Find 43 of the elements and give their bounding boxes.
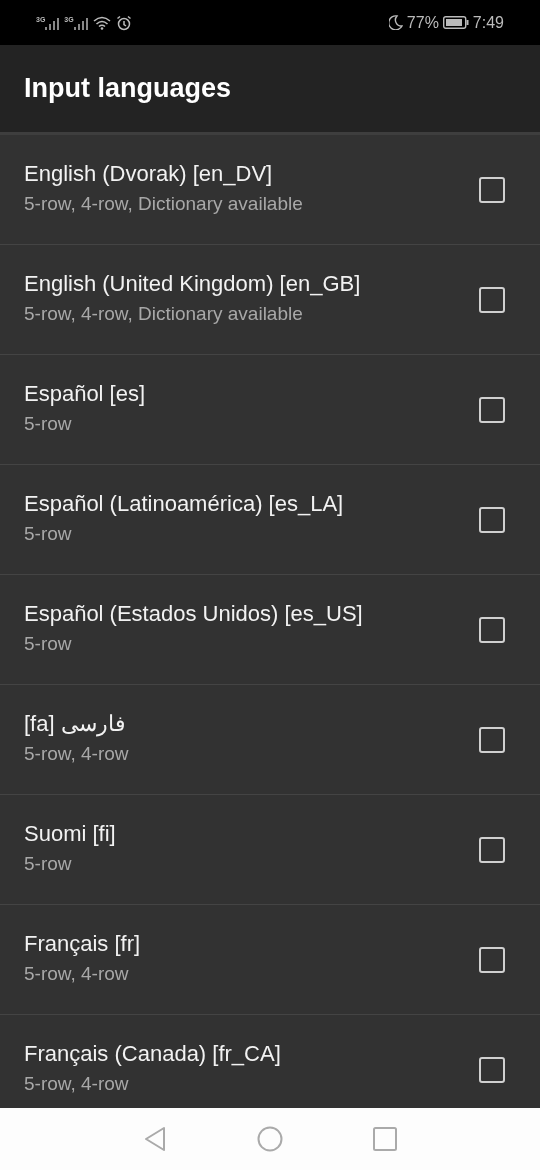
language-name: Suomi [fi] xyxy=(24,821,116,847)
checkbox[interactable] xyxy=(479,1056,505,1083)
layout-summary: 5-row, 4-row xyxy=(24,963,130,985)
alarm-clock-icon xyxy=(115,14,132,31)
layout-summary: 5-row, 4-row, Dictionary available xyxy=(24,193,303,215)
battery-percent: 77% xyxy=(406,13,439,32)
checkbox[interactable] xyxy=(479,616,505,643)
language-name: English (Dvorak) [en_DV] xyxy=(24,161,274,187)
language-row[interactable]: English (Dvorak) [en_DV] 5-row, 4-row, Dictionary available xyxy=(0,135,540,245)
checkbox[interactable] xyxy=(479,836,505,863)
language-name: [fa] فارسی xyxy=(24,711,127,737)
language-row[interactable]: Español (Latinoamérica) [es_LA] 5-row xyxy=(0,465,540,575)
language-row[interactable]: Suomi [fi] 5-row xyxy=(0,795,540,905)
layout-summary: 5-row, 4-row, Dictionary available xyxy=(24,303,304,325)
layout-summary: 5-row, 4-row xyxy=(24,743,129,765)
checkbox[interactable] xyxy=(479,506,505,533)
language-row[interactable]: Español [es] 5-row xyxy=(0,355,540,465)
screen-title: Input languages xyxy=(24,73,231,104)
checkbox[interactable] xyxy=(479,396,505,423)
layout-summary: 5-row xyxy=(24,413,73,435)
battery-icon xyxy=(442,16,469,29)
wifi-icon xyxy=(92,15,111,30)
layout-summary: 5-row, 4-row xyxy=(24,1073,130,1095)
moon-icon xyxy=(388,15,403,30)
language-name: Español (Latinoamérica) [es_LA] xyxy=(24,491,344,517)
language-name: Français (Canada) [fr_CA] xyxy=(24,1041,281,1067)
language-row[interactable]: Español (Estados Unidos) [es_US] 5-row xyxy=(0,575,540,685)
layout-summary: 5-row xyxy=(24,523,73,545)
language-name: Français [fr] xyxy=(24,931,141,957)
signal-icon xyxy=(73,15,88,30)
layout-summary: 5-row xyxy=(24,633,73,655)
layout-summary: 5-row xyxy=(24,853,73,875)
language-name: Español (Estados Unidos) [es_US] xyxy=(24,601,363,627)
checkbox[interactable] xyxy=(479,726,505,753)
language-name: Español [es] xyxy=(24,381,146,407)
signal-icon xyxy=(45,15,60,30)
checkbox[interactable] xyxy=(479,176,505,203)
language-row[interactable]: Français [fr] 5-row, 4-row xyxy=(0,905,540,1015)
checkbox[interactable] xyxy=(479,286,505,313)
language-row[interactable]: English (United Kingdom) [en_GB] 5-row, 4-row, Dictionary available xyxy=(0,245,540,355)
checkbox[interactable] xyxy=(479,946,505,973)
clock-time: 7:49 xyxy=(472,13,504,32)
language-name: English (United Kingdom) [en_GB] xyxy=(24,271,361,297)
